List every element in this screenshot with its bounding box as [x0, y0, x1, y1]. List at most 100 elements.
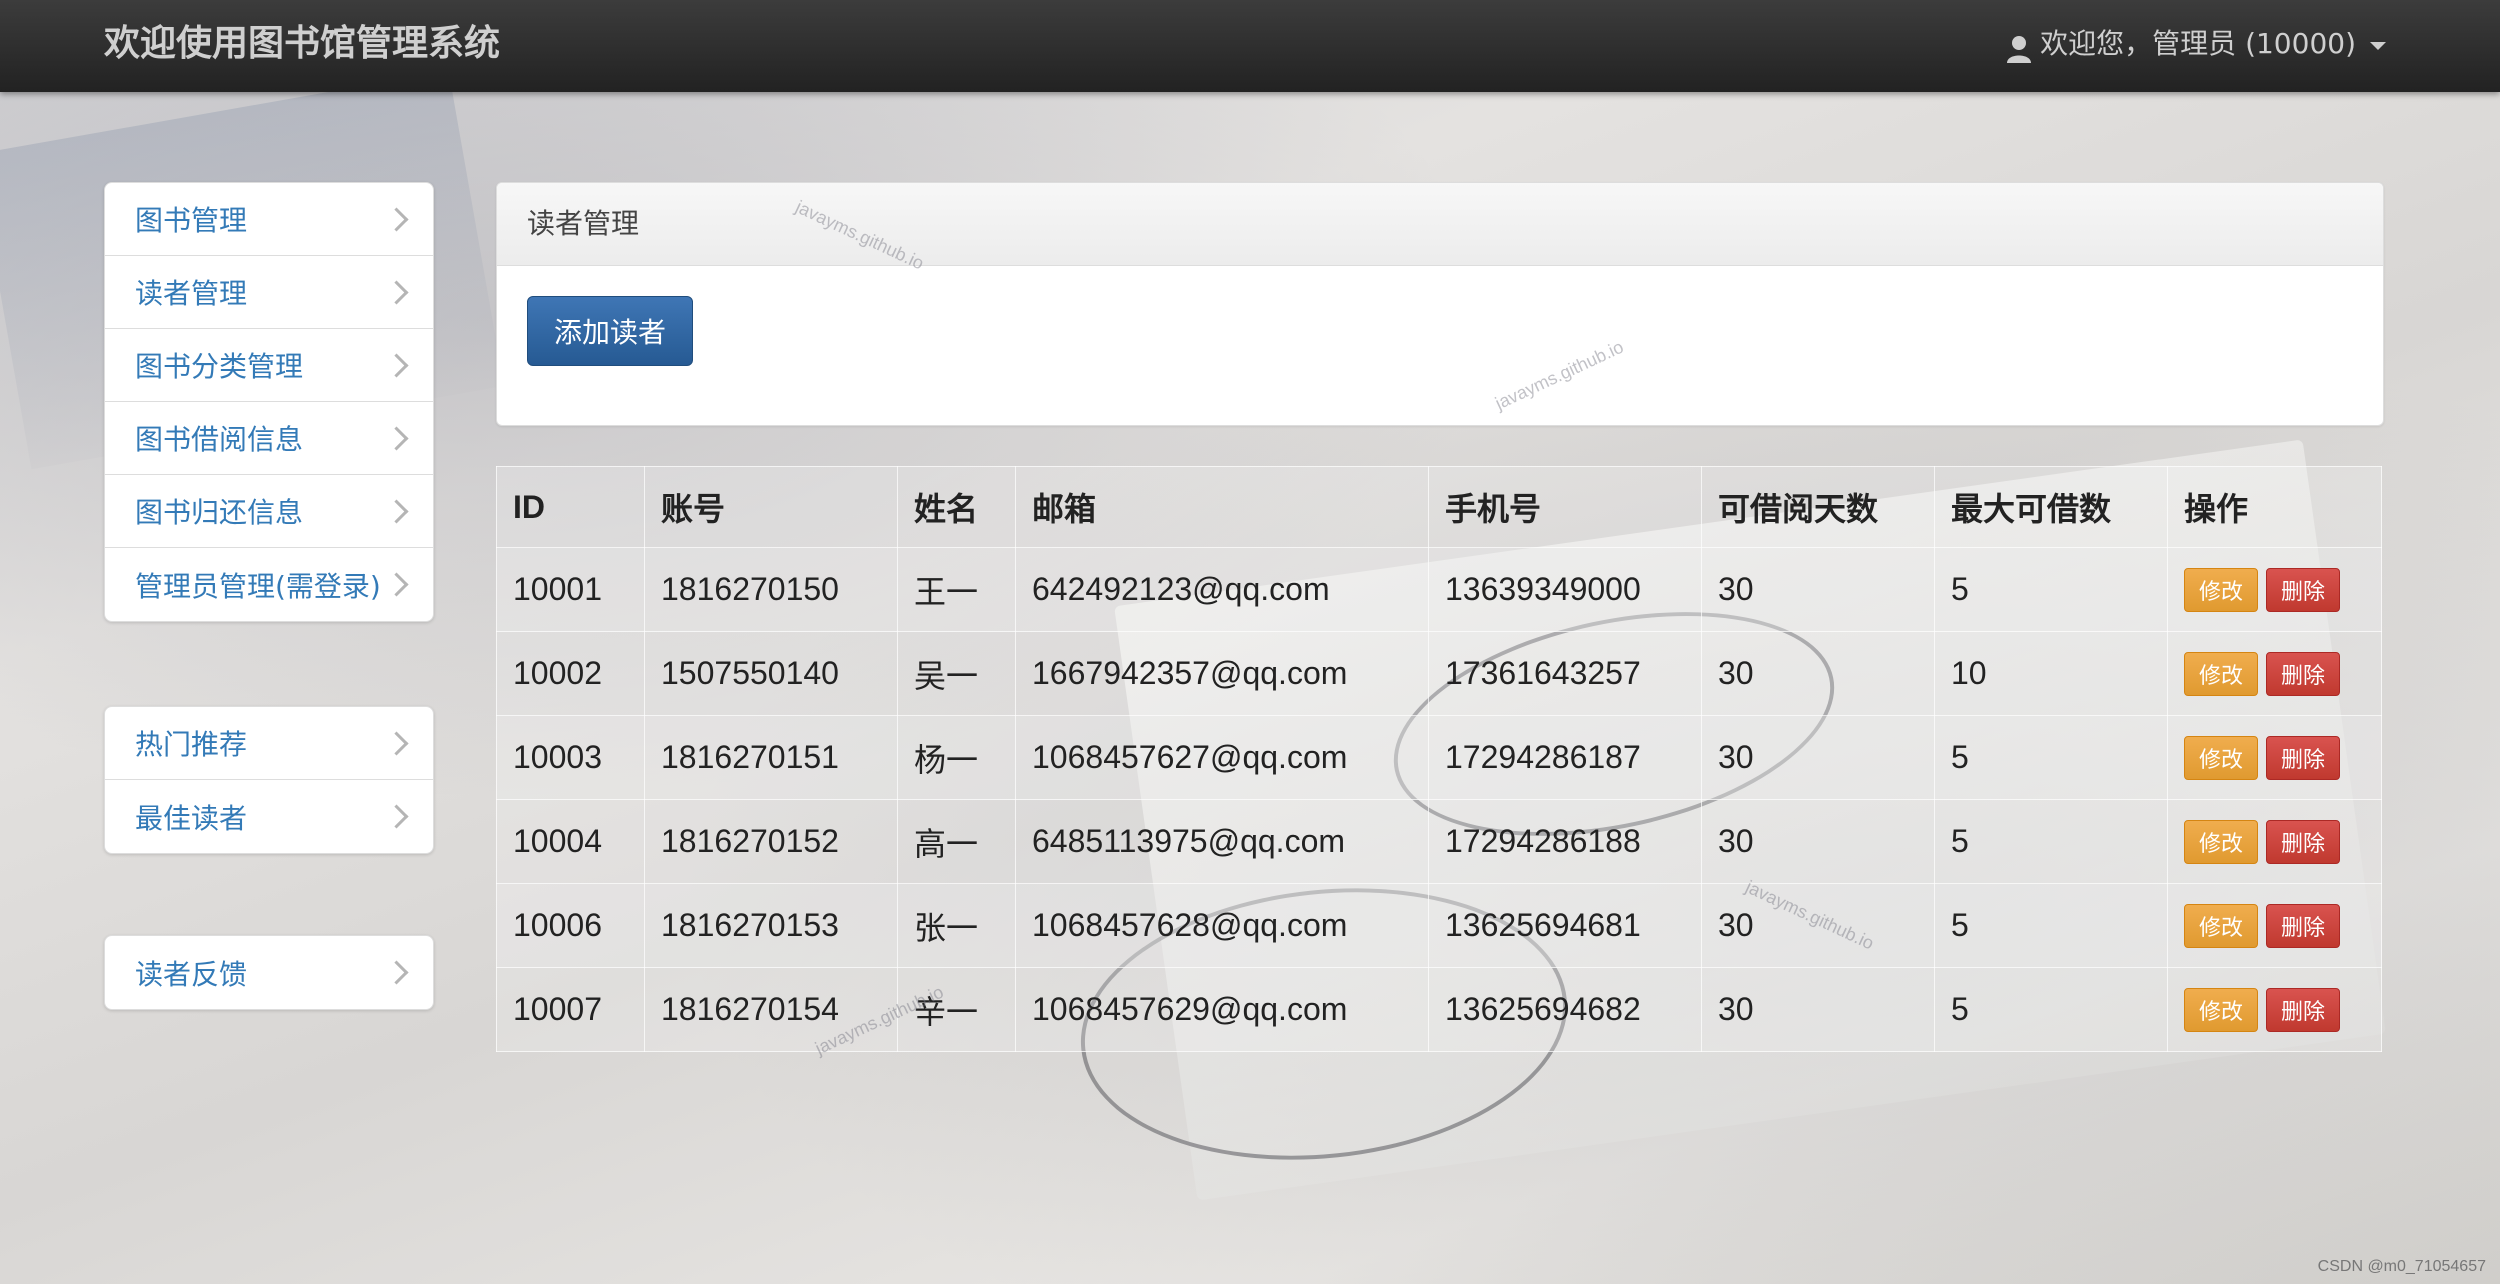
cell-name: 张一 — [897, 883, 1016, 968]
column-header-email: 邮箱 — [1015, 466, 1429, 548]
cell-id: 10001 — [496, 547, 645, 632]
sidebar-item-reader-management[interactable]: 读者管理 — [105, 256, 433, 329]
cell-days: 30 — [1701, 631, 1935, 716]
chevron-right-icon — [384, 730, 409, 756]
cell-actions: 修改 删除 — [2167, 547, 2382, 632]
delete-button[interactable]: 删除 — [2266, 903, 2340, 948]
cell-name: 王一 — [897, 547, 1016, 632]
reader-management-panel: 读者管理 添加读者 — [496, 182, 2384, 426]
sidebar-item-best-reader[interactable]: 最佳读者 — [105, 780, 433, 853]
top-navbar: 欢迎使用图书馆管理系统 欢迎您，管理员 (10000) — [0, 0, 2500, 92]
cell-actions: 修改 删除 — [2167, 883, 2382, 968]
sidebar-item-return-info[interactable]: 图书归还信息 — [105, 475, 433, 548]
user-menu-dropdown[interactable]: 欢迎您，管理员 (10000) — [2006, 20, 2386, 68]
cell-email: 1068457628@qq.com — [1015, 883, 1429, 968]
cell-actions: 修改 删除 — [2167, 799, 2382, 884]
cell-account: 1816270151 — [644, 715, 898, 800]
edit-button[interactable]: 修改 — [2184, 567, 2258, 612]
column-header-max: 最大可借数 — [1934, 466, 2168, 548]
sidebar-item-borrow-info[interactable]: 图书借阅信息 — [105, 402, 433, 475]
cell-email: 6485113975@qq.com — [1015, 799, 1429, 884]
chevron-right-icon — [384, 960, 409, 985]
cell-email: 1068457627@qq.com — [1015, 715, 1429, 800]
table-row: 10007 1816270154 辛一 1068457629@qq.com 13… — [496, 967, 2382, 1052]
add-reader-button[interactable]: 添加读者 — [527, 296, 693, 366]
cell-max: 5 — [1934, 799, 2168, 884]
cell-email: 1667942357@qq.com — [1015, 631, 1429, 716]
table-row: 10003 1816270151 杨一 1068457627@qq.com 17… — [496, 715, 2382, 800]
edit-button[interactable]: 修改 — [2184, 735, 2258, 780]
sidebar-item-label: 图书归还信息 — [135, 496, 304, 529]
column-header-days: 可借阅天数 — [1701, 466, 1935, 548]
cell-days: 30 — [1701, 883, 1935, 968]
cell-days: 30 — [1701, 715, 1935, 800]
delete-button[interactable]: 删除 — [2266, 819, 2340, 864]
sidebar-item-label: 管理员管理(需登录) — [135, 569, 381, 603]
chevron-right-icon — [384, 498, 409, 524]
cell-name: 吴一 — [897, 631, 1016, 716]
cell-actions: 修改 删除 — [2167, 631, 2382, 716]
cell-account: 1816270154 — [644, 967, 898, 1052]
column-header-account: 账号 — [644, 466, 898, 548]
cell-days: 30 — [1701, 799, 1935, 884]
table-header-row: ID 账号 姓名 邮箱 手机号 可借阅天数 最大可借数 操作 — [496, 466, 2382, 548]
user-greeting: 欢迎您，管理员 (10000) — [2040, 27, 2356, 60]
cell-email: 642492123@qq.com — [1015, 547, 1429, 632]
cell-phone: 17294286188 — [1428, 799, 1702, 884]
cell-id: 10003 — [496, 715, 645, 800]
user-icon — [2006, 30, 2032, 63]
cell-account: 1507550140 — [644, 631, 898, 716]
chevron-right-icon — [384, 804, 409, 829]
chevron-right-icon — [384, 352, 409, 378]
cell-actions: 修改 删除 — [2167, 715, 2382, 800]
column-header-name: 姓名 — [897, 466, 1016, 548]
cell-name: 辛一 — [897, 967, 1016, 1052]
sidebar-item-label: 图书管理 — [135, 204, 248, 237]
chevron-right-icon — [384, 279, 409, 305]
sidebar-item-reader-feedback[interactable]: 读者反馈 — [105, 936, 433, 1009]
delete-button[interactable]: 删除 — [2266, 987, 2340, 1032]
footer-credit: CSDN @m0_71054657 — [2317, 1258, 2486, 1275]
cell-phone: 17361643257 — [1428, 631, 1702, 716]
chevron-right-icon — [384, 425, 409, 451]
cell-name: 杨一 — [897, 715, 1016, 800]
cell-account: 1816270150 — [644, 547, 898, 632]
cell-max: 5 — [1934, 715, 2168, 800]
sidebar-item-hot-recommend[interactable]: 热门推荐 — [105, 707, 433, 780]
cell-id: 10007 — [496, 967, 645, 1052]
cell-id: 10004 — [496, 799, 645, 884]
column-header-id: ID — [496, 466, 645, 548]
sidebar-menu-recommend: 热门推荐 最佳读者 — [104, 706, 434, 854]
delete-button[interactable]: 删除 — [2266, 735, 2340, 780]
column-header-phone: 手机号 — [1428, 466, 1702, 548]
sidebar-item-label: 最佳读者 — [135, 801, 248, 835]
sidebar-item-book-management[interactable]: 图书管理 — [105, 183, 433, 256]
edit-button[interactable]: 修改 — [2184, 903, 2258, 948]
cell-max: 5 — [1934, 967, 2168, 1052]
cell-days: 30 — [1701, 547, 1935, 632]
edit-button[interactable]: 修改 — [2184, 651, 2258, 696]
cell-days: 30 — [1701, 967, 1935, 1052]
delete-button[interactable]: 删除 — [2266, 567, 2340, 612]
cell-max: 5 — [1934, 547, 2168, 632]
column-header-actions: 操作 — [2167, 466, 2382, 548]
sidebar-item-label: 图书借阅信息 — [135, 423, 304, 456]
app-title[interactable]: 欢迎使用图书馆管理系统 — [104, 20, 500, 68]
edit-button[interactable]: 修改 — [2184, 987, 2258, 1032]
panel-title: 读者管理 — [497, 183, 2383, 266]
sidebar-item-category-management[interactable]: 图书分类管理 — [105, 329, 433, 402]
sidebar-menu-feedback: 读者反馈 — [104, 935, 434, 1010]
sidebar-menu-main: 图书管理 读者管理 图书分类管理 图书借阅信息 图书归还信息 管理员管理(需登录… — [104, 182, 434, 622]
sidebar-item-admin-management[interactable]: 管理员管理(需登录) — [105, 548, 433, 621]
cell-phone: 13639349000 — [1428, 547, 1702, 632]
table-row: 10004 1816270152 高一 6485113975@qq.com 17… — [496, 799, 2382, 884]
cell-name: 高一 — [897, 799, 1016, 884]
delete-button[interactable]: 删除 — [2266, 651, 2340, 696]
cell-id: 10002 — [496, 631, 645, 716]
cell-phone: 17294286187 — [1428, 715, 1702, 800]
sidebar-item-label: 热门推荐 — [135, 728, 248, 761]
cell-id: 10006 — [496, 883, 645, 968]
edit-button[interactable]: 修改 — [2184, 819, 2258, 864]
cell-account: 1816270153 — [644, 883, 898, 968]
sidebar-item-label: 图书分类管理 — [135, 350, 304, 383]
